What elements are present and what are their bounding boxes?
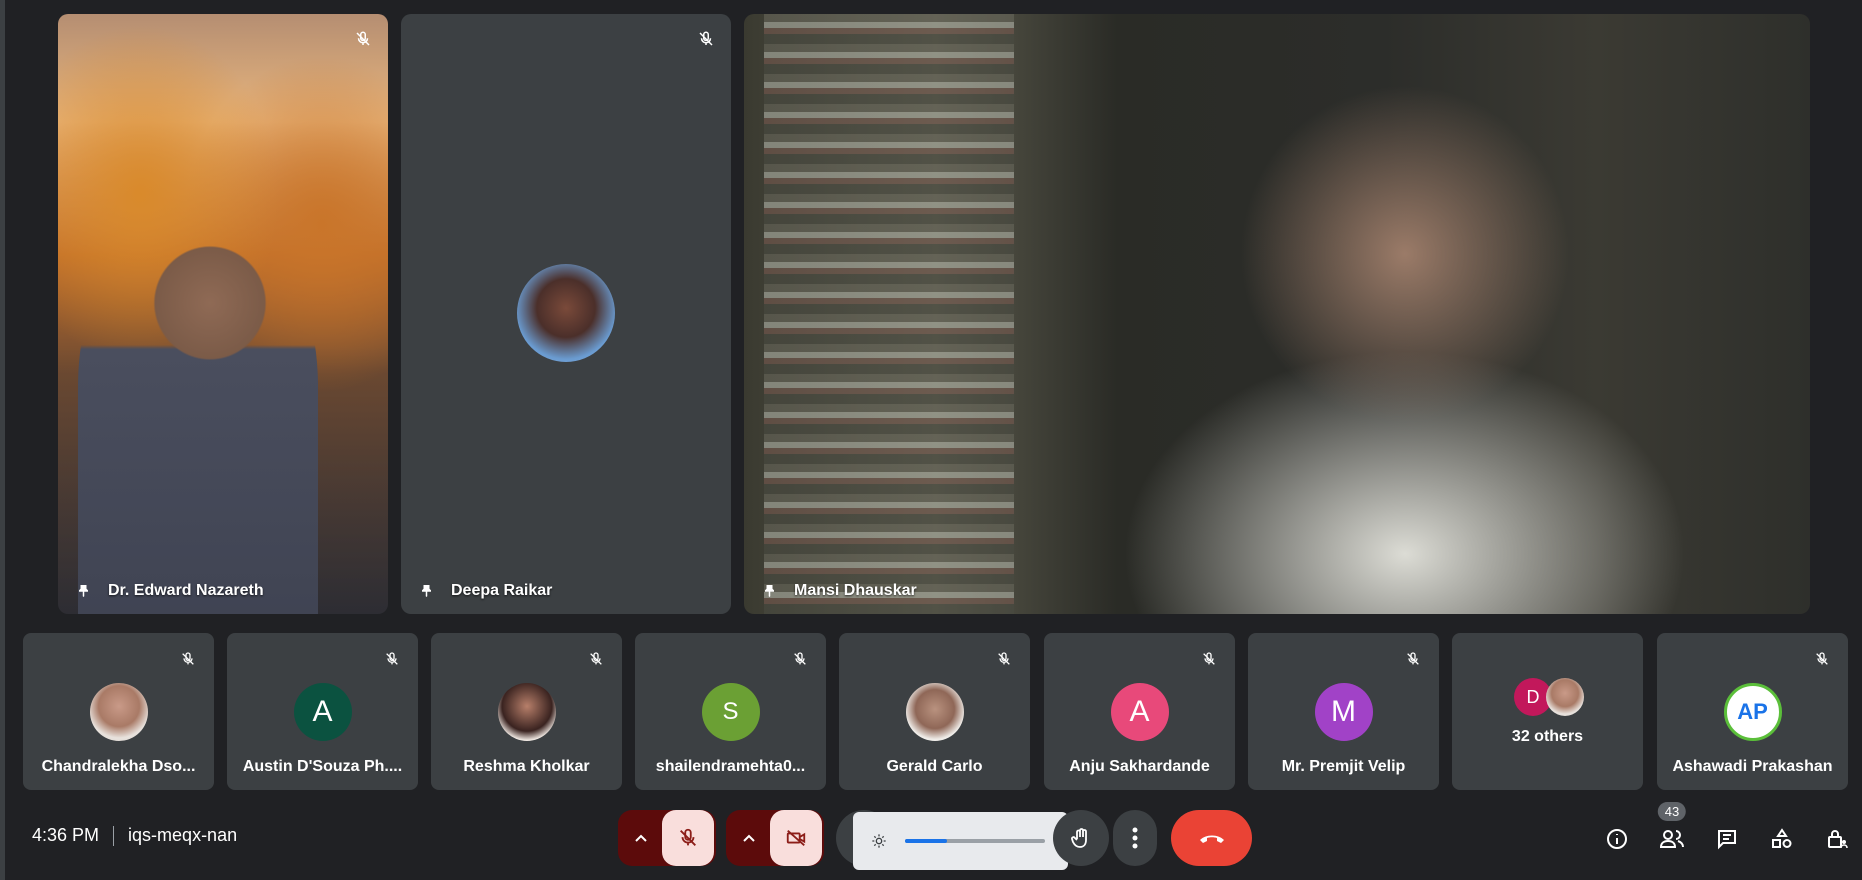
background-bookshelf — [764, 14, 1014, 614]
sun-icon — [872, 834, 886, 848]
filmstrip-tile[interactable]: Gerald Carlo — [839, 633, 1030, 790]
mic-off-icon — [680, 828, 696, 846]
mic-off-icon — [992, 647, 1016, 671]
avatar: S — [701, 683, 760, 741]
participant-name-text: Deepa Raikar — [451, 582, 553, 599]
meeting-details-button[interactable] — [1598, 820, 1636, 858]
mic-off-icon — [1197, 647, 1221, 671]
participant-name: Ashawadi Prakashan — [1672, 758, 1833, 775]
participant-name: Gerald Carlo — [886, 758, 983, 775]
hand-icon — [1071, 828, 1087, 848]
meeting-info: 4:36 PM iqs-meqx-nan — [32, 825, 237, 846]
window-edge — [0, 0, 5, 880]
host-controls-button[interactable] — [1818, 820, 1856, 858]
mic-options-button[interactable] — [620, 833, 662, 843]
participant-name: Reshma Kholkar — [463, 758, 590, 775]
filmstrip-tile[interactable]: AP Ashawadi Prakashan — [1657, 633, 1848, 790]
brightness-slider-fill — [905, 839, 947, 843]
pin-icon — [422, 585, 431, 597]
participant-name: Anju Sakhardande — [1069, 758, 1210, 775]
participant-tile-deepa[interactable]: Deepa Raikar — [401, 14, 731, 614]
people-button[interactable]: 43 — [1653, 802, 1691, 858]
bottom-bar: 4:36 PM iqs-meqx-nan 43 — [0, 790, 1862, 880]
participant-video — [78, 219, 318, 614]
participant-name: Dr. Edward Nazareth — [76, 582, 264, 600]
end-call-icon — [1199, 835, 1224, 843]
others-tile[interactable]: D 32 others — [1452, 633, 1643, 790]
participant-name: Mansi Dhauskar — [762, 582, 917, 600]
participant-tile-mansi[interactable]: Mansi Dhauskar — [744, 14, 1810, 614]
avatar — [89, 683, 148, 741]
mic-off-icon — [1401, 647, 1425, 671]
info-icon — [1607, 829, 1627, 849]
mic-control-group — [618, 810, 716, 866]
filmstrip-tile[interactable]: M Mr. Premjit Velip — [1248, 633, 1439, 790]
filmstrip-tile[interactable]: Chandralekha Dso... — [23, 633, 214, 790]
avatar: A — [293, 683, 352, 741]
clock: 4:36 PM — [32, 825, 100, 845]
logo-avatar: AP — [1723, 683, 1782, 741]
filmstrip-tile[interactable]: S shailendramehta0... — [635, 633, 826, 790]
mic-off-icon — [380, 647, 404, 671]
participant-name: Austin D'Souza Ph.... — [242, 758, 403, 775]
mic-off-icon — [788, 647, 812, 671]
participant-name-text: Dr. Edward Nazareth — [108, 582, 264, 599]
mic-off-icon — [350, 26, 376, 52]
meeting-tools: 43 — [1581, 802, 1856, 858]
avatar — [1546, 678, 1584, 716]
lock-person-icon — [1828, 830, 1848, 849]
mic-off-icon — [1810, 647, 1834, 671]
mic-off-icon — [693, 26, 719, 52]
mic-off-icon — [176, 647, 200, 671]
people-count-badge: 43 — [1657, 802, 1687, 821]
filmstrip-tile[interactable]: A Austin D'Souza Ph.... — [227, 633, 418, 790]
mic-toggle-button[interactable] — [662, 810, 714, 866]
participant-name: shailendramehta0... — [655, 758, 806, 775]
pin-icon — [765, 585, 774, 597]
avatar — [905, 683, 964, 741]
camera-off-icon — [786, 829, 806, 847]
filmstrip-tile[interactable]: Reshma Kholkar — [431, 633, 622, 790]
shapes-icon — [1772, 828, 1792, 848]
activities-button[interactable] — [1763, 820, 1801, 858]
raise-hand-button[interactable] — [1053, 810, 1109, 866]
more-options-button[interactable] — [1113, 810, 1157, 866]
meeting-code: iqs-meqx-nan — [128, 825, 238, 845]
others-count: 32 others — [1511, 728, 1584, 745]
camera-control-group — [726, 810, 824, 866]
divider — [113, 825, 115, 846]
mic-off-icon — [584, 647, 608, 671]
participant-tile-edward[interactable]: Dr. Edward Nazareth — [58, 14, 388, 614]
avatar — [497, 683, 556, 741]
brightness-slider[interactable] — [905, 839, 1045, 843]
chevron-up-icon — [635, 834, 647, 842]
chat-button[interactable] — [1708, 820, 1746, 858]
camera-options-button[interactable] — [728, 833, 770, 843]
camera-toggle-button[interactable] — [770, 810, 822, 866]
chat-icon — [1718, 830, 1736, 850]
avatar: M — [1314, 683, 1373, 741]
chevron-up-icon — [743, 834, 755, 842]
avatar — [517, 264, 615, 362]
participant-name: Chandralekha Dso... — [41, 758, 196, 775]
participant-name: Deepa Raikar — [419, 582, 552, 600]
more-vert-icon — [1132, 827, 1138, 849]
participant-name-text: Mansi Dhauskar — [794, 582, 917, 599]
participant-name: Mr. Premjit Velip — [1281, 758, 1406, 775]
pin-icon — [79, 585, 88, 597]
filmstrip-tile[interactable]: A Anju Sakhardande — [1044, 633, 1235, 790]
brightness-popup[interactable] — [853, 812, 1068, 870]
leave-call-button[interactable] — [1171, 810, 1252, 866]
avatar: A — [1110, 683, 1169, 741]
meeting-window: Dr. Edward Nazareth Deepa Raikar Mansi D… — [0, 0, 1862, 880]
people-icon — [1659, 830, 1684, 848]
